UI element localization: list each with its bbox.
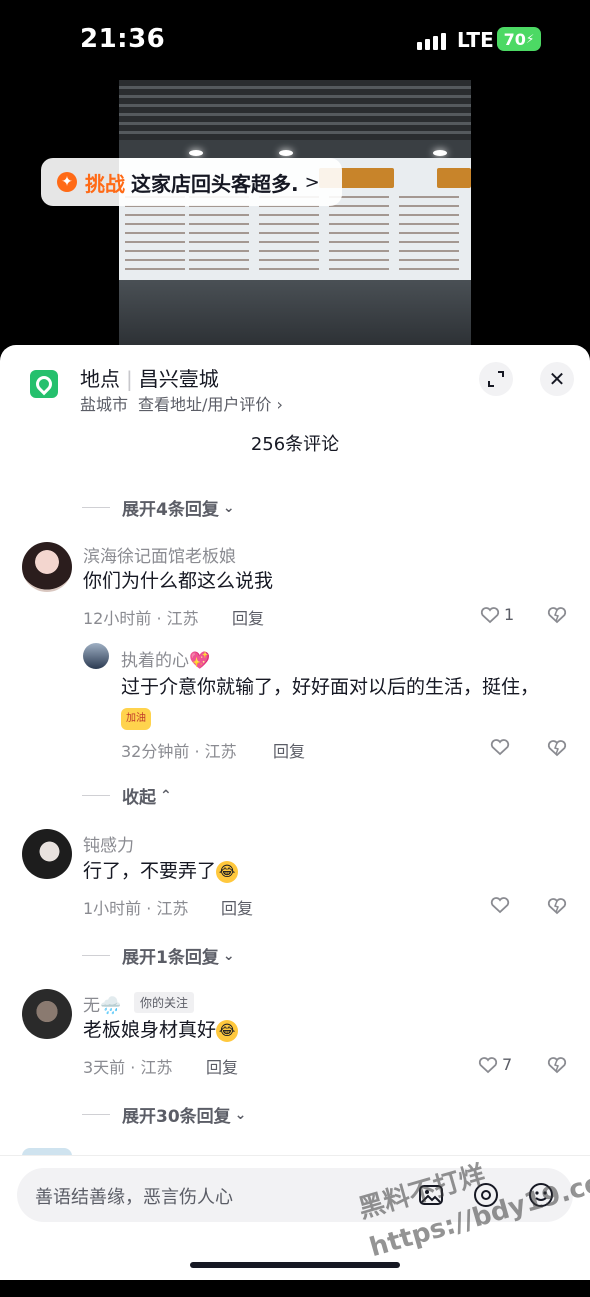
video-scene-bottom — [119, 280, 471, 350]
comment-input-placeholder: 善语结善缘，恶言伤人心 — [35, 1187, 233, 1208]
comment-text: 老板娘身材真好 😂 — [83, 1015, 239, 1046]
video-light — [279, 150, 293, 156]
video-light — [189, 150, 203, 156]
comment-meta: 12小时前 · 江苏 — [83, 609, 199, 628]
location-label: 地点 — [80, 367, 120, 391]
comment-text-content: 老板娘身材真好 — [83, 1019, 217, 1041]
expand-replies-button[interactable]: 展开1条回复 ⌄ — [82, 943, 235, 968]
like-button[interactable] — [490, 896, 514, 914]
challenge-text: 这家店回头客超多. — [131, 171, 299, 196]
comment-meta: 1小时前 · 江苏 — [83, 899, 189, 918]
network-type: LTE — [457, 28, 494, 52]
comment-text-content: 行了，不要弄了 — [83, 860, 217, 882]
signal-icon — [417, 30, 447, 50]
location-subtitle[interactable]: 盐城市 查看地址/用户评价 › — [80, 391, 283, 415]
comment-text: 行了，不要弄了 😂 — [83, 856, 239, 887]
comment-author[interactable]: 滨海徐记面馆老板娘 — [83, 542, 236, 567]
expand-replies-button[interactable]: 展开30条回复 ⌄ — [82, 1102, 246, 1127]
collapse-replies-button[interactable]: 收起 ⌃ — [82, 783, 172, 808]
laughing-emoji-icon: 😂 — [216, 860, 239, 883]
status-time: 21:36 — [80, 24, 166, 54]
avatar[interactable] — [22, 829, 72, 879]
close-icon[interactable]: ✕ — [540, 362, 574, 396]
dislike-icon[interactable] — [547, 739, 567, 761]
comment-text: 你们为什么都这么说我 — [83, 570, 274, 592]
chevron-right-icon: > — [304, 171, 320, 193]
jiayou-emoji-icon: 加油 — [121, 707, 151, 730]
challenge-icon: ✦ — [57, 172, 77, 192]
reply-button[interactable]: 回复 — [221, 895, 253, 919]
location-city: 盐城市 — [80, 395, 129, 414]
chevron-down-icon: ⌄ — [234, 1106, 247, 1123]
dislike-icon[interactable] — [547, 606, 567, 628]
heart-icon — [490, 739, 510, 756]
chevron-down-icon: ⌄ — [222, 499, 235, 516]
like-button[interactable]: 7 — [478, 1055, 512, 1074]
battery-icon: 70 ⚡ — [497, 27, 541, 51]
comment-sheet: 地点 | 昌兴壹城 盐城市 查看地址/用户评价 › ✕ 256条评论 展开4条回复 ⌄ … — [0, 345, 590, 1280]
comment-text: 过于介意你就输了，好好面对以后的生活，挺住， 加油 — [121, 672, 541, 734]
status-bar: 21:36 LTE 70 ⚡ — [0, 0, 590, 80]
collapse-label: 收起 — [122, 788, 156, 808]
like-button[interactable]: 1 — [480, 605, 514, 624]
avatar[interactable] — [83, 643, 109, 669]
expand-replies-label: 展开30条回复 — [122, 1107, 231, 1127]
expand-replies-label: 展开4条回复 — [122, 500, 219, 520]
chevron-up-icon: ⌃ — [160, 787, 172, 804]
like-count: 7 — [502, 1055, 513, 1074]
battery-level: 70 — [503, 29, 526, 49]
video-player[interactable] — [119, 80, 471, 350]
expand-icon[interactable] — [479, 362, 513, 396]
challenge-label: 挑战 — [85, 171, 125, 196]
location-title[interactable]: 地点 | 昌兴壹城 — [80, 363, 219, 392]
comment-author[interactable]: 钝感力 — [83, 831, 134, 856]
expand-replies-button[interactable]: 展开4条回复 ⌄ — [82, 495, 235, 520]
reply-button[interactable]: 回复 — [232, 605, 264, 629]
reply-button[interactable]: 回复 — [273, 738, 305, 762]
location-name: 昌兴壹城 — [138, 367, 219, 391]
avatar[interactable] — [22, 989, 72, 1039]
reply-button[interactable]: 回复 — [206, 1054, 238, 1078]
comment-author[interactable]: 无🌧️ — [83, 991, 121, 1016]
dislike-icon[interactable] — [547, 897, 567, 919]
following-badge: 你的关注 — [134, 992, 195, 1013]
expand-replies-label: 展开1条回复 — [122, 948, 219, 968]
comment-text-content: 过于介意你就输了，好好面对以后的生活，挺住， — [121, 676, 540, 698]
chevron-down-icon: ⌄ — [222, 947, 235, 964]
avatar[interactable] — [22, 542, 72, 592]
video-ceiling — [119, 80, 471, 140]
video-light — [433, 150, 447, 156]
home-indicator — [190, 1262, 400, 1268]
comment-meta: 32分钟前 · 江苏 — [121, 742, 237, 761]
comments-count: 256条评论 — [250, 434, 340, 455]
dislike-icon[interactable] — [547, 1056, 567, 1078]
location-link: 查看地址/用户评价 › — [138, 395, 283, 414]
comment-meta: 3天前 · 江苏 — [83, 1058, 173, 1077]
like-count: 1 — [504, 605, 515, 624]
heart-icon — [490, 897, 510, 914]
heart-icon — [480, 606, 500, 623]
comment-author[interactable]: 执着的心💖 — [121, 646, 210, 671]
laughing-emoji-icon: 😂 — [216, 1019, 239, 1042]
location-pin-icon — [30, 370, 58, 398]
challenge-tag[interactable]: ✦ 挑战 这家店回头客超多. > — [41, 158, 342, 206]
like-button[interactable] — [490, 738, 514, 756]
heart-icon — [478, 1056, 498, 1073]
